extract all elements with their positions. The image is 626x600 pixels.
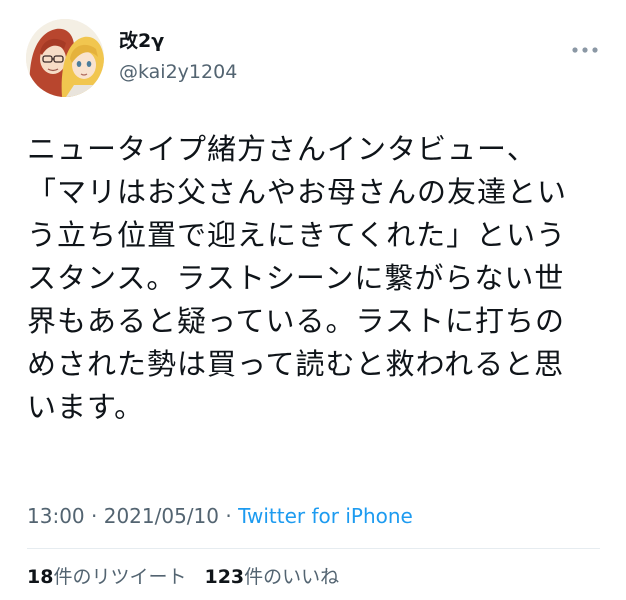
tweet-text-line: スタンス。ラストシーンに繋がらない世 <box>27 261 565 295</box>
author-avatar[interactable] <box>26 19 104 97</box>
retweets-count: 18 <box>27 566 54 588</box>
tweet-text-line: めされた勢は買って読むと救われると思 <box>27 347 565 381</box>
tweet-date[interactable]: 2021/05/10 <box>104 504 219 528</box>
retweets-label: 件のリツイート <box>53 566 187 588</box>
tweet-text-line: ニュータイプ緒方さんインタビュー、 <box>27 132 537 166</box>
tweet-text: ニュータイプ緒方さんインタビュー、 「マリはお父さんやお母さんの友達とい う立ち… <box>27 128 602 429</box>
tweet-text-line: います。 <box>27 390 145 424</box>
likes-stat[interactable]: 123件のいいね <box>204 566 339 588</box>
more-dots-icon[interactable] <box>572 40 598 53</box>
likes-label: 件のいいね <box>244 566 340 588</box>
avatar-illustration <box>26 19 104 97</box>
likes-count: 123 <box>204 566 245 588</box>
tweet-meta: 13:00 · 2021/05/10 · Twitter for iPhone <box>27 503 413 529</box>
tweet-source-link[interactable]: Twitter for iPhone <box>238 504 413 528</box>
meta-separator: · <box>84 504 104 528</box>
author-handle[interactable]: @kai2y1204 <box>119 60 237 84</box>
author-display-name[interactable]: 改2γ <box>119 29 164 53</box>
tweet-text-line: う立ち位置で迎えにきてくれた」という <box>27 218 567 252</box>
meta-separator: · <box>219 504 239 528</box>
tweet-time[interactable]: 13:00 <box>27 504 85 528</box>
tweet-detail: 改2γ @kai2y1204 ニュータイプ緒方さんインタビュー、 「マリはお父さ… <box>0 0 626 600</box>
tweet-text-line: 「マリはお父さんやお母さんの友達とい <box>27 175 568 209</box>
tweet-stats: 18件のリツイート 123件のいいね <box>27 565 339 589</box>
retweets-stat[interactable]: 18件のリツイート <box>27 566 186 588</box>
tweet-text-line: 界もあると疑っている。ラストに打ちの <box>27 304 565 338</box>
divider <box>27 548 600 549</box>
